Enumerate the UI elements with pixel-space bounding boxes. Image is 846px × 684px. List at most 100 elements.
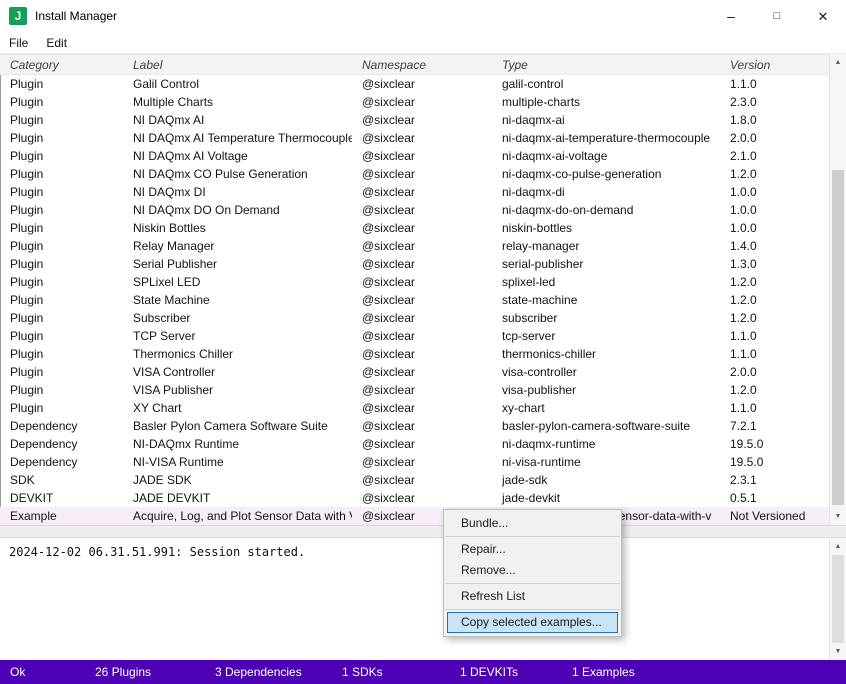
table-row[interactable]: PluginRelay Manager@sixclearrelay-manage… — [0, 237, 829, 255]
menu-item-repair[interactable]: Repair... — [444, 539, 621, 560]
cell-type: jade-devkit — [492, 489, 720, 507]
cell-category: Plugin — [0, 147, 123, 165]
log-scroll-up-button[interactable]: ▲ — [830, 538, 846, 555]
cell-label: Relay Manager — [123, 237, 352, 255]
cell-version: 1.2.0 — [720, 273, 829, 291]
cell-version: 1.8.0 — [720, 111, 829, 129]
cell-label: SPLixel LED — [123, 273, 352, 291]
cell-namespace: @sixclear — [352, 453, 492, 471]
menu-bar: File Edit — [0, 32, 846, 54]
cell-version: 19.5.0 — [720, 435, 829, 453]
cell-namespace: @sixclear — [352, 327, 492, 345]
cell-version: 1.2.0 — [720, 165, 829, 183]
cell-label: JADE DEVKIT — [123, 489, 352, 507]
pane-splitter[interactable] — [0, 525, 846, 538]
cell-namespace: @sixclear — [352, 345, 492, 363]
table-row[interactable]: PluginSubscriber@sixclearsubscriber1.2.0 — [0, 309, 829, 327]
cell-category: Plugin — [0, 255, 123, 273]
cell-label: NI DAQmx DI — [123, 183, 352, 201]
table-row[interactable]: PluginState Machine@sixclearstate-machin… — [0, 291, 829, 309]
table-row[interactable]: SDKJADE SDK@sixclearjade-sdk2.3.1 — [0, 471, 829, 489]
cell-type: ni-visa-runtime — [492, 453, 720, 471]
cell-category: Plugin — [0, 183, 123, 201]
cell-version: 1.4.0 — [720, 237, 829, 255]
table-row[interactable]: PluginNI DAQmx AI Temperature Thermocoup… — [0, 129, 829, 147]
table-row[interactable]: PluginThermonics Chiller@sixclearthermon… — [0, 345, 829, 363]
cell-version: 1.0.0 — [720, 201, 829, 219]
cell-namespace: @sixclear — [352, 201, 492, 219]
cell-namespace: @sixclear — [352, 219, 492, 237]
menu-item-file[interactable]: File — [0, 32, 37, 53]
cell-category: SDK — [0, 471, 123, 489]
column-header-namespace[interactable]: Namespace — [352, 58, 492, 72]
menu-item-edit[interactable]: Edit — [37, 32, 76, 53]
cell-category: Plugin — [0, 309, 123, 327]
log-scroll-down-button[interactable]: ▼ — [830, 643, 846, 660]
column-header-category[interactable]: Category — [0, 58, 123, 72]
table-row[interactable]: PluginXY Chart@sixclearxy-chart1.1.0 — [0, 399, 829, 417]
cell-type: visa-publisher — [492, 381, 720, 399]
table-row[interactable]: PluginVISA Publisher@sixclearvisa-publis… — [0, 381, 829, 399]
cell-type: visa-controller — [492, 363, 720, 381]
table-scroll-thumb[interactable] — [832, 170, 844, 505]
cell-label: NI DAQmx AI — [123, 111, 352, 129]
column-header-version[interactable]: Version — [720, 58, 829, 72]
cell-category: Plugin — [0, 345, 123, 363]
table-row[interactable]: PluginVISA Controller@sixclearvisa-contr… — [0, 363, 829, 381]
column-header-label[interactable]: Label — [123, 58, 352, 72]
cell-label: Serial Publisher — [123, 255, 352, 273]
table-row[interactable]: PluginSerial Publisher@sixclearserial-pu… — [0, 255, 829, 273]
table-scroll-up-button[interactable]: ▲ — [830, 54, 846, 71]
menu-item-remove[interactable]: Remove... — [444, 560, 621, 581]
cell-namespace: @sixclear — [352, 75, 492, 93]
menu-separator — [445, 609, 620, 610]
column-header-type[interactable]: Type — [492, 58, 720, 72]
menu-item-copy-selected-examples[interactable]: Copy selected examples... — [447, 612, 618, 633]
status-item: 1 Examples — [572, 665, 635, 679]
table-row[interactable]: PluginNiskin Bottles@sixclearniskin-bott… — [0, 219, 829, 237]
cell-label: Acquire, Log, and Plot Sensor Data with … — [123, 507, 352, 525]
table-row[interactable]: PluginNI DAQmx AI Voltage@sixclearni-daq… — [0, 147, 829, 165]
cell-label: Basler Pylon Camera Software Suite — [123, 417, 352, 435]
menu-separator — [445, 536, 620, 537]
close-button[interactable]: ✕ — [800, 0, 846, 32]
table-scroll-down-button[interactable]: ▼ — [830, 508, 846, 525]
cell-type: subscriber — [492, 309, 720, 327]
title-bar[interactable]: J Install Manager – □ ✕ — [0, 0, 846, 32]
cell-label: NI DAQmx DO On Demand — [123, 201, 352, 219]
table-row[interactable]: PluginNI DAQmx CO Pulse Generation@sixcl… — [0, 165, 829, 183]
cell-category: Plugin — [0, 381, 123, 399]
table-row[interactable]: DependencyNI-VISA Runtime@sixclearni-vis… — [0, 453, 829, 471]
log-scroll-thumb[interactable] — [832, 555, 844, 643]
cell-version: 2.1.0 — [720, 147, 829, 165]
log-panel: 2024-12-02 06.31.51.991: Session started… — [0, 538, 846, 660]
minimize-button[interactable]: – — [708, 0, 754, 32]
cell-namespace: @sixclear — [352, 147, 492, 165]
cell-namespace: @sixclear — [352, 273, 492, 291]
cell-label: Subscriber — [123, 309, 352, 327]
cell-namespace: @sixclear — [352, 165, 492, 183]
cell-label: Multiple Charts — [123, 93, 352, 111]
cell-version: 1.2.0 — [720, 291, 829, 309]
menu-item-refresh-list[interactable]: Refresh List — [444, 586, 621, 607]
table-row[interactable]: DEVKITJADE DEVKIT@sixclearjade-devkit0.5… — [0, 489, 829, 507]
table-row[interactable]: DependencyNI-DAQmx Runtime@sixclearni-da… — [0, 435, 829, 453]
table-row[interactable]: DependencyBasler Pylon Camera Software S… — [0, 417, 829, 435]
status-bar: Ok26 Plugins3 Dependencies1 SDKs1 DEVKIT… — [0, 660, 846, 684]
menu-item-bundle[interactable]: Bundle... — [444, 513, 621, 534]
table-row[interactable]: PluginSPLixel LED@sixclearsplixel-led1.2… — [0, 273, 829, 291]
maximize-button[interactable]: □ — [754, 0, 800, 32]
log-scrollbar[interactable]: ▲ ▼ — [829, 538, 846, 660]
cell-namespace: @sixclear — [352, 93, 492, 111]
table-row[interactable]: PluginMultiple Charts@sixclearmultiple-c… — [0, 93, 829, 111]
table-row[interactable]: PluginGalil Control@sixcleargalil-contro… — [0, 75, 829, 93]
context-menu: Bundle... Repair...Remove... Refresh List C… — [443, 509, 622, 637]
table-row[interactable]: PluginTCP Server@sixcleartcp-server1.1.0 — [0, 327, 829, 345]
cell-label: NI-DAQmx Runtime — [123, 435, 352, 453]
table-row[interactable]: PluginNI DAQmx DI@sixclearni-daqmx-di1.0… — [0, 183, 829, 201]
table-scrollbar[interactable]: ▲ ▼ — [829, 54, 846, 525]
table-row[interactable]: PluginNI DAQmx AI@sixclearni-daqmx-ai1.8… — [0, 111, 829, 129]
table-row[interactable]: ExampleAcquire, Log, and Plot Sensor Dat… — [0, 507, 829, 525]
cell-type: ni-daqmx-ai-temperature-thermocouple — [492, 129, 720, 147]
table-row[interactable]: PluginNI DAQmx DO On Demand@sixclearni-d… — [0, 201, 829, 219]
